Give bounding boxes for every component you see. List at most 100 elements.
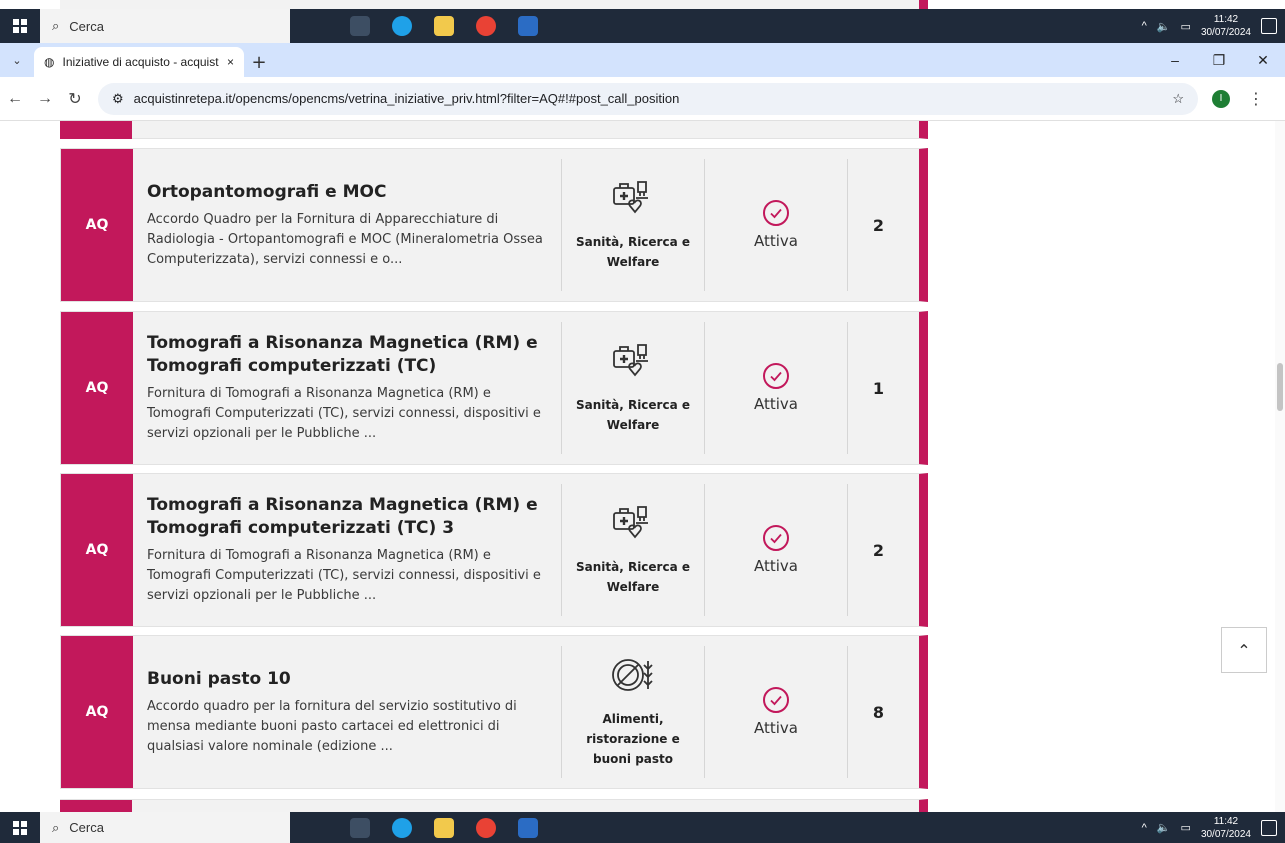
address-bar[interactable]: ⚙ acquistinretepa.it/opencms/opencms/vet…: [98, 82, 1198, 115]
category-cell: Sanità, Ricerca e Welfare: [561, 159, 704, 291]
scroll-thumb[interactable]: [1277, 363, 1283, 411]
status-label: Attiva: [754, 719, 798, 737]
task-view-icon[interactable]: [350, 817, 370, 838]
taskbar-search-label: Cerca: [69, 820, 104, 835]
tray-chevron-icon[interactable]: ^: [1142, 20, 1147, 32]
type-badge: AQ: [61, 474, 133, 626]
category-label: Sanità, Ricerca e Welfare: [575, 398, 691, 432]
status-cell: Attiva: [704, 322, 847, 454]
previous-row-strip: [60, 0, 928, 9]
initiative-row[interactable]: AQ Tomografi a Risonanza Magnetica (RM) …: [60, 311, 928, 465]
profile-avatar[interactable]: I: [1212, 89, 1230, 108]
category-cell: Sanità, Ricerca e Welfare: [561, 322, 704, 454]
food-icon: [610, 655, 656, 699]
browser-toolbar: ← → ↻ ⚙ acquistinretepa.it/opencms/openc…: [0, 77, 1285, 121]
initiative-row[interactable]: AQ Tomografi a Risonanza Magnetica (RM) …: [60, 473, 928, 627]
check-circle-icon: [763, 363, 789, 389]
search-icon: ⌕: [52, 18, 60, 33]
windows-icon: [13, 19, 27, 33]
type-badge: AQ: [61, 636, 133, 788]
network-icon[interactable]: ▭: [1181, 20, 1191, 33]
search-icon: ⌕: [52, 819, 60, 835]
reload-button[interactable]: ↻: [60, 89, 90, 109]
lot-count: 8: [847, 646, 909, 778]
minimize-button[interactable]: –: [1153, 52, 1197, 68]
status-label: Attiva: [754, 232, 798, 250]
chrome-icon[interactable]: [476, 817, 496, 838]
forward-button[interactable]: →: [30, 90, 60, 108]
globe-icon: ◍: [44, 55, 55, 69]
address-url: acquistinretepa.it/opencms/opencms/vetri…: [133, 91, 680, 106]
page-viewport: AQ Ortopantomografi e MOC Accordo Quadro…: [0, 121, 1285, 812]
clock-time: 11:42: [1213, 815, 1239, 827]
network-icon[interactable]: ▭: [1181, 821, 1191, 834]
partial-row-bottom: [60, 799, 928, 812]
clock[interactable]: 11:42 30/07/2024: [1201, 13, 1251, 39]
close-window-button[interactable]: ✕: [1241, 52, 1285, 69]
start-button-bottom[interactable]: [0, 812, 40, 843]
check-circle-icon: [763, 687, 789, 713]
taskbar-top: ⌕ Cerca ^ 🔈 ▭ 11:42 30/07/2024: [0, 9, 1285, 43]
category-cell: Sanità, Ricerca e Welfare: [561, 484, 704, 616]
browser-tabbar: ⌄ ◍ Iniziative di acquisto - acquistin ×…: [0, 43, 1285, 77]
bookmark-star-icon[interactable]: ☆: [1172, 91, 1184, 107]
tab-close-icon[interactable]: ×: [227, 55, 234, 69]
new-tab-button[interactable]: +: [244, 47, 274, 77]
volume-icon[interactable]: 🔈: [1157, 20, 1171, 33]
health-icon: [610, 503, 656, 547]
clock-date: 30/07/2024: [1200, 828, 1251, 840]
edge-icon[interactable]: [392, 817, 412, 838]
word-icon[interactable]: [518, 817, 538, 838]
initiative-title[interactable]: Buoni pasto 10: [147, 668, 547, 691]
initiative-description: Accordo quadro per la fornitura del serv…: [147, 698, 517, 754]
lot-count: 2: [847, 159, 909, 291]
start-button[interactable]: [0, 9, 40, 43]
initiative-title[interactable]: Tomografi a Risonanza Magnetica (RM) e T…: [147, 494, 547, 540]
taskbar-bottom: ⌕ Cerca ^ 🔈 ▭ 11:42 30/07/2024: [0, 812, 1285, 843]
tray-chevron-icon[interactable]: ^: [1142, 822, 1147, 834]
word-icon[interactable]: [518, 16, 538, 36]
clock[interactable]: 11:42 30/07/2024: [1201, 815, 1251, 841]
type-badge: AQ: [61, 312, 133, 464]
status-label: Attiva: [754, 557, 798, 575]
lot-count: 1: [847, 322, 909, 454]
browser-tab[interactable]: ◍ Iniziative di acquisto - acquistin ×: [34, 47, 244, 77]
page-scrollbar[interactable]: [1275, 121, 1285, 812]
back-button[interactable]: ←: [0, 90, 30, 108]
status-cell: Attiva: [704, 159, 847, 291]
initiative-title[interactable]: Ortopantomografi e MOC: [147, 181, 547, 204]
taskbar-search[interactable]: ⌕ Cerca: [40, 9, 290, 43]
task-view-icon[interactable]: [350, 16, 370, 36]
partial-row-top: [60, 121, 928, 139]
taskbar-search-bottom[interactable]: ⌕ Cerca: [40, 812, 290, 843]
health-icon: [610, 178, 656, 222]
file-explorer-icon[interactable]: [434, 16, 454, 36]
initiative-title[interactable]: Tomografi a Risonanza Magnetica (RM) e T…: [147, 332, 547, 378]
edge-icon[interactable]: [392, 16, 412, 36]
category-label: Alimenti, ristorazione e buoni pasto: [586, 712, 680, 766]
notification-icon[interactable]: [1261, 819, 1277, 836]
site-info-icon[interactable]: ⚙: [112, 91, 124, 107]
lot-count: 2: [847, 484, 909, 616]
more-menu-icon[interactable]: ⋮: [1248, 89, 1264, 108]
chrome-icon[interactable]: [476, 16, 496, 36]
initiative-description: Accordo Quadro per la Fornitura di Appar…: [147, 211, 543, 267]
initiative-row[interactable]: AQ Buoni pasto 10 Accordo quadro per la …: [60, 635, 928, 789]
tab-search-icon[interactable]: ⌄: [0, 43, 34, 77]
initiative-description: Fornitura di Tomografi a Risonanza Magne…: [147, 386, 541, 441]
initiative-description: Fornitura di Tomografi a Risonanza Magne…: [147, 548, 541, 603]
tab-title: Iniziative di acquisto - acquistin: [62, 55, 219, 69]
scroll-to-top-button[interactable]: ⌃: [1221, 627, 1267, 673]
type-badge: AQ: [61, 149, 133, 301]
status-cell: Attiva: [704, 484, 847, 616]
initiative-row[interactable]: AQ Ortopantomografi e MOC Accordo Quadro…: [60, 148, 928, 302]
restore-button[interactable]: ❐: [1197, 52, 1241, 69]
taskbar-search-label: Cerca: [69, 18, 104, 34]
file-explorer-icon[interactable]: [434, 817, 454, 838]
notification-icon[interactable]: [1261, 18, 1277, 34]
check-circle-icon: [763, 200, 789, 226]
status-label: Attiva: [754, 395, 798, 413]
category-label: Sanità, Ricerca e Welfare: [575, 560, 691, 594]
volume-icon[interactable]: 🔈: [1157, 821, 1171, 834]
category-label: Sanità, Ricerca e Welfare: [575, 235, 691, 269]
